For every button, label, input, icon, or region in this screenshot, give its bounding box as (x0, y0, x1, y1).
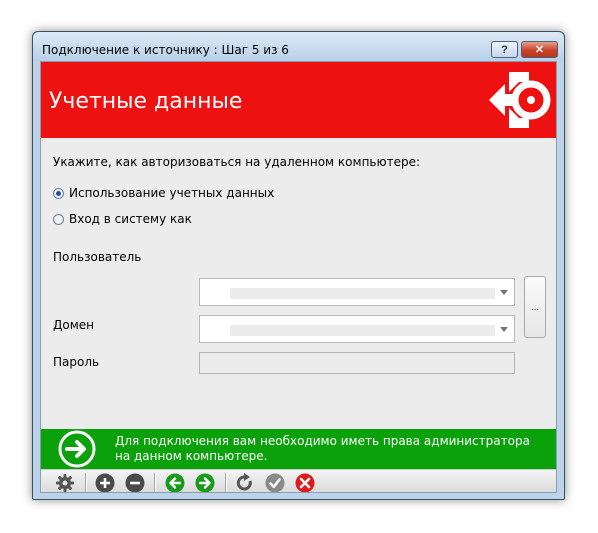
help-button[interactable]: ? (491, 41, 518, 58)
user-label: Пользователь (53, 250, 142, 264)
radio-login-as[interactable]: Вход в систему как (53, 211, 192, 227)
arrow-right-circle-icon (58, 430, 96, 468)
browse-button[interactable]: ... (524, 276, 546, 338)
forward-icon[interactable] (195, 473, 215, 493)
user-value (230, 288, 495, 299)
banner-title: Учетные данные (49, 89, 243, 114)
chevron-down-icon[interactable] (500, 327, 508, 332)
header-banner: Учетные данные (41, 62, 556, 138)
toolbar-separator (225, 473, 226, 492)
chevron-down-icon[interactable] (500, 290, 508, 295)
domain-value (230, 325, 495, 336)
radio-label-use-credentials: Использование учетных данных (69, 186, 275, 200)
window-title: Подключение к источнику : Шаг 5 из 6 (42, 43, 289, 57)
domain-label: Домен (53, 318, 94, 332)
check-icon[interactable] (265, 473, 285, 493)
back-icon[interactable] (165, 473, 185, 493)
info-text: Для подключения вам необходимо иметь пра… (115, 434, 530, 463)
connect-logo-icon (489, 72, 551, 128)
dialog-window: Подключение к источнику : Шаг 5 из 6 ? ✕… (32, 31, 565, 500)
password-field[interactable] (199, 352, 515, 374)
toolbar-separator (154, 473, 155, 492)
radio-use-credentials[interactable]: Использование учетных данных (53, 185, 274, 201)
toolbar-separator (85, 473, 86, 492)
gear-icon[interactable] (55, 473, 75, 493)
radio-label-login-as: Вход в систему как (69, 212, 192, 226)
close-icon[interactable] (295, 473, 315, 493)
title-bar[interactable]: Подключение к источнику : Шаг 5 из 6 ? ✕ (33, 32, 564, 61)
domain-combobox[interactable] (199, 315, 515, 343)
dialog-content: Учетные данные Укажите, как авторизовать… (40, 61, 557, 493)
password-label: Пароль (53, 355, 100, 369)
auth-prompt: Укажите, как авторизоваться на удаленном… (53, 155, 421, 169)
minus-icon[interactable] (125, 473, 145, 493)
bottom-toolbar (41, 469, 556, 493)
radio-button-checked[interactable] (53, 187, 64, 199)
user-combobox[interactable] (199, 278, 515, 306)
plus-icon[interactable] (95, 473, 115, 493)
info-bar: Для подключения вам необходимо иметь пра… (41, 429, 556, 469)
radio-button-unchecked[interactable] (53, 213, 64, 225)
close-window-button[interactable]: ✕ (521, 41, 558, 58)
refresh-icon[interactable] (235, 473, 255, 493)
